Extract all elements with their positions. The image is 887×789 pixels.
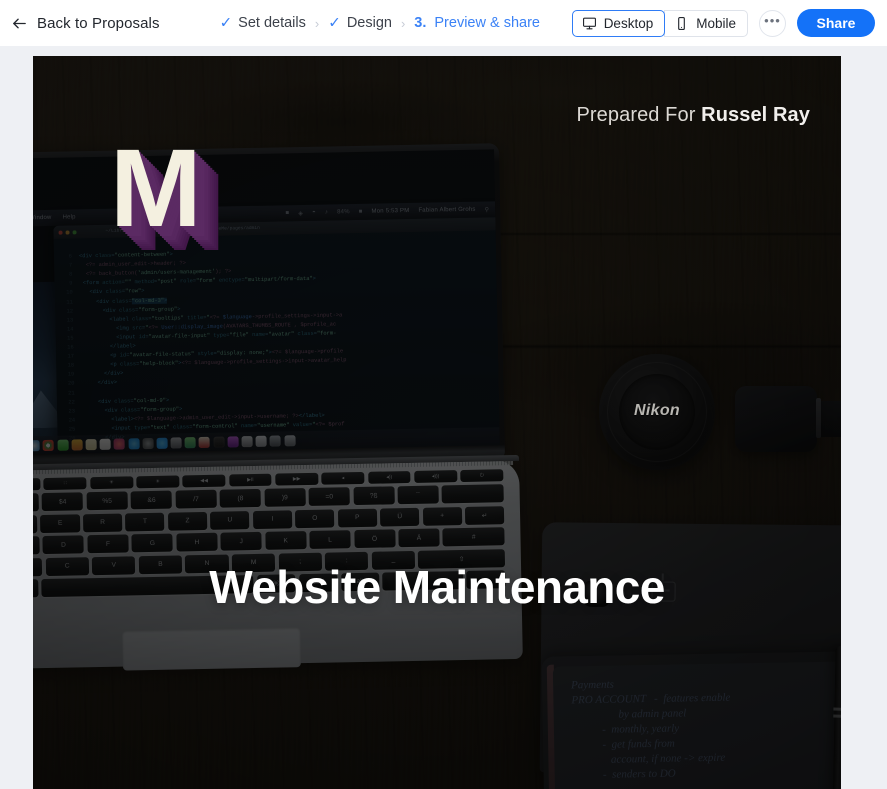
proposal-title: Website Maintenance <box>209 561 665 613</box>
arrow-left-icon <box>11 15 28 32</box>
client-name: Russel Ray <box>701 104 810 126</box>
device-toggle-mobile[interactable]: Mobile <box>664 9 748 37</box>
steps-breadcrumb: ✓ Set details › ✓ Design › 3. Preview & … <box>220 15 540 31</box>
step-preview-and-share-label: Preview & share <box>434 15 540 31</box>
nikon-brand-label: Nikon <box>634 402 680 419</box>
check-icon: ✓ <box>219 14 233 31</box>
step-set-details[interactable]: ✓ Set details <box>220 15 306 31</box>
device-toggle-desktop[interactable]: Desktop <box>571 9 666 37</box>
step-preview-and-share[interactable]: 3. Preview & share <box>414 15 540 31</box>
step-design-label: Design <box>346 15 392 31</box>
prepared-for-prefix: Prepared For <box>576 104 702 126</box>
step-set-details-label: Set details <box>238 15 306 31</box>
step-number: 3. <box>414 15 427 31</box>
back-to-proposals-label: Back to Proposals <box>37 14 160 32</box>
company-logo: M <box>110 127 202 250</box>
top-toolbar: Back to Proposals ✓ Set details › ✓ Desi… <box>0 0 887 46</box>
prepared-for-line: Prepared For Russel Ray <box>576 104 810 127</box>
breadcrumb-separator: › <box>314 15 320 31</box>
proposal-cover-preview[interactable]: es Window Help ■ ◈ ◓ ♪ 84% ■ Mon 5:53 PM… <box>33 56 841 789</box>
phone-icon <box>674 16 689 31</box>
device-toggle-mobile-label: Mobile <box>696 15 736 31</box>
share-button[interactable]: Share <box>797 9 875 37</box>
more-options-button[interactable]: ••• <box>759 9 786 37</box>
check-icon: ✓ <box>328 14 341 31</box>
monitor-icon <box>582 16 597 31</box>
back-to-proposals-button[interactable]: Back to Proposals <box>11 15 160 32</box>
step-design[interactable]: ✓ Design <box>328 15 392 31</box>
breadcrumb-separator: › <box>400 15 406 31</box>
device-toggle-group: Desktop Mobile <box>571 9 748 37</box>
device-toggle-desktop-label: Desktop <box>603 15 654 31</box>
